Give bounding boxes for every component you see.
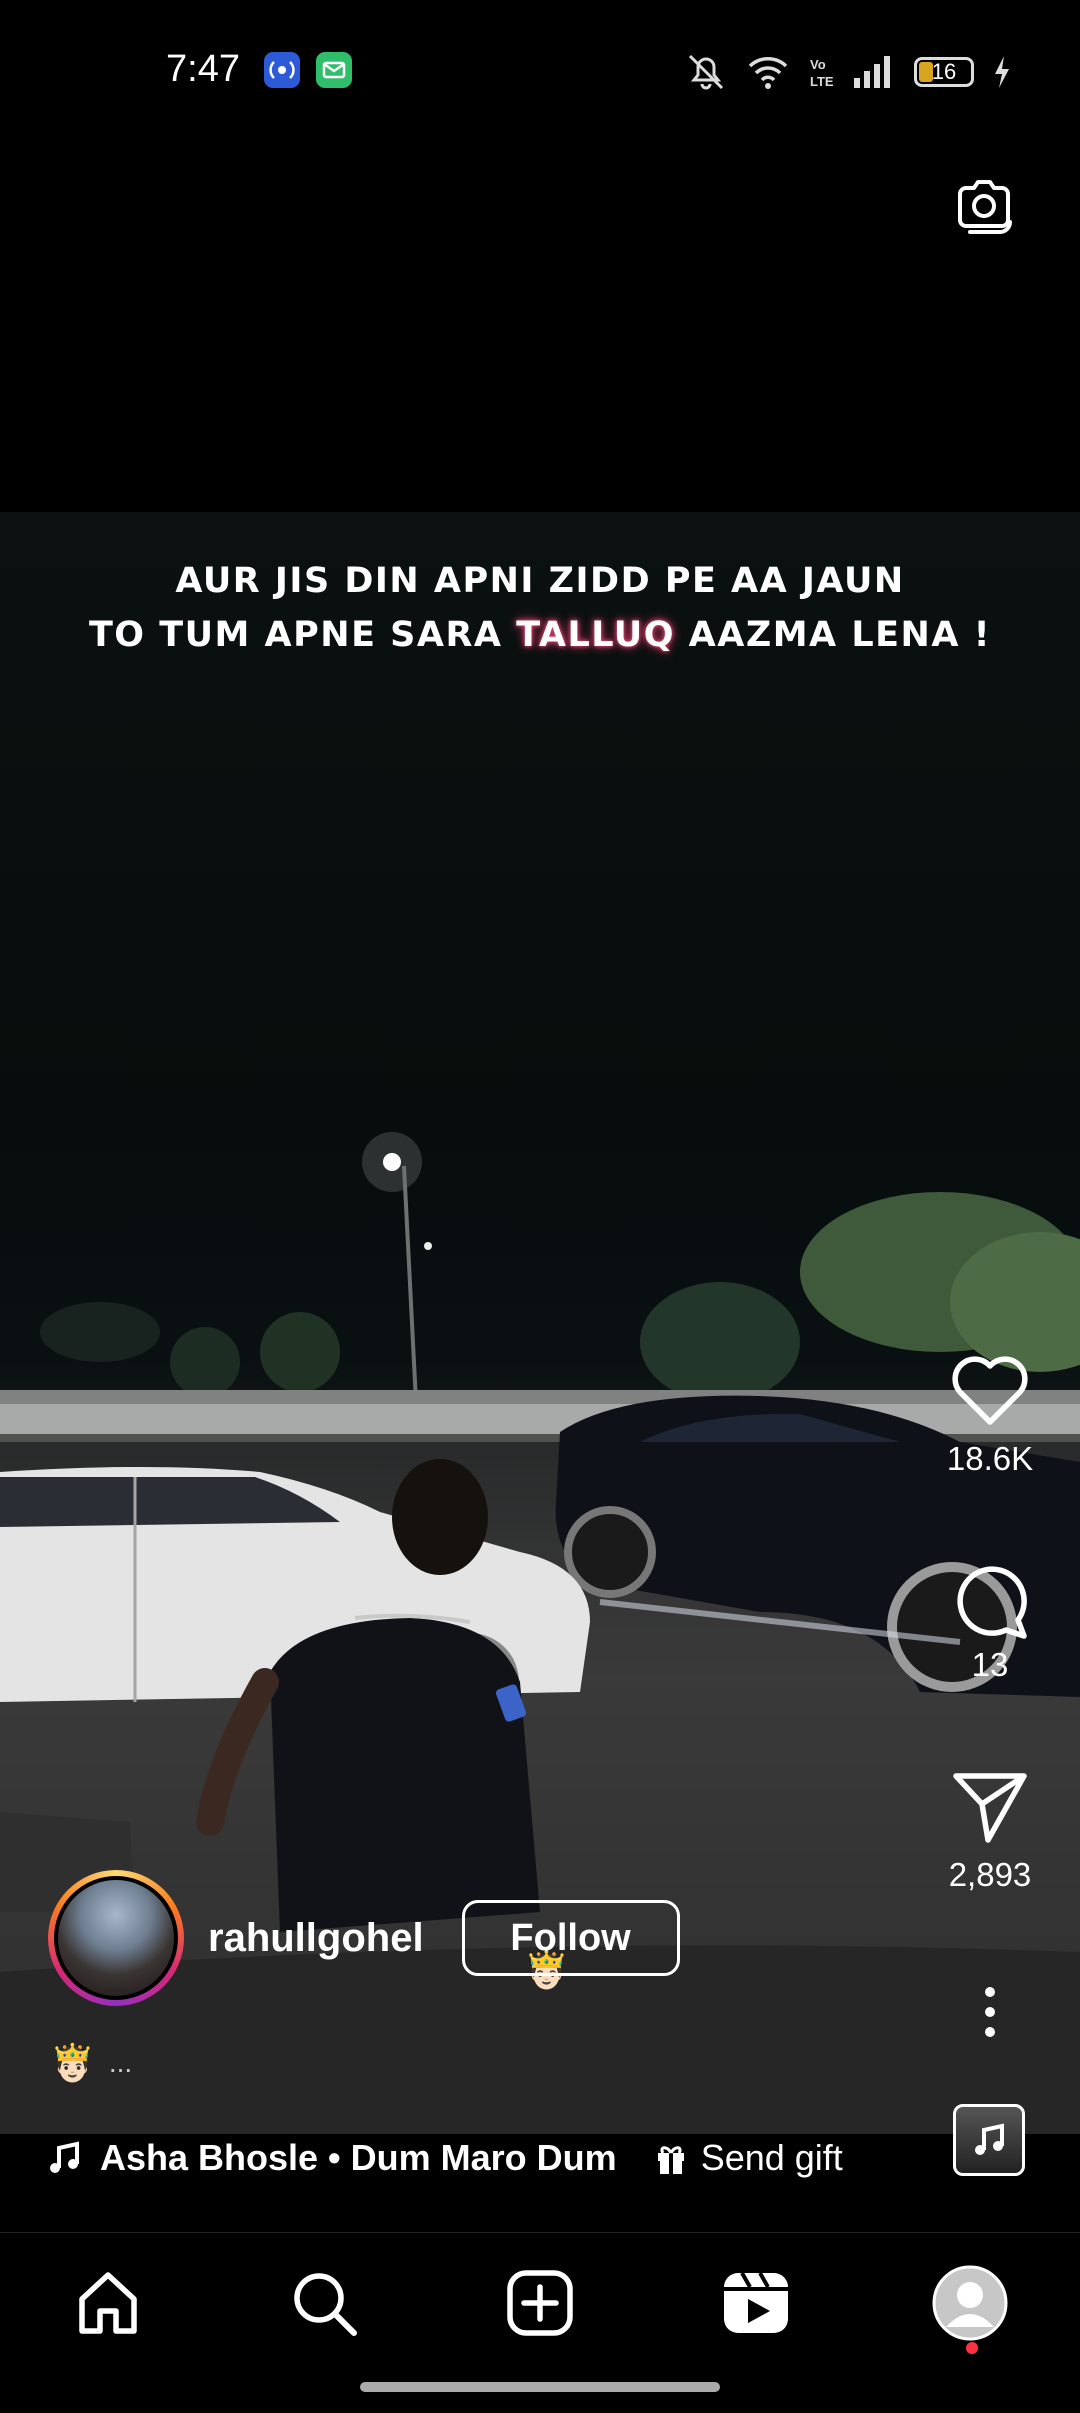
reel-description[interactable]: 🤴🏻 ... (50, 2042, 132, 2084)
volte-icon: Vo LTE (810, 57, 834, 89)
music-note-icon (975, 2123, 1004, 2155)
send-icon[interactable] (948, 1768, 1032, 1846)
battery-level: 16 (931, 59, 957, 84)
audio-row: Asha Bhosle • Dum Maro Dum Send gift (46, 2130, 843, 2186)
nav-reels[interactable] (718, 2265, 794, 2341)
comment-count: 13 (971, 1646, 1009, 1683)
nav-search[interactable] (286, 2265, 362, 2341)
author-username[interactable]: rahullgohel (208, 1916, 424, 1961)
mute-icon (688, 54, 724, 90)
signal-icon (854, 56, 890, 88)
notification-dot (966, 2342, 978, 2354)
gift-icon (657, 2146, 684, 2174)
heart-icon[interactable] (948, 1352, 1032, 1430)
battery-icon: 16 (914, 57, 974, 87)
like-count: 18.6K (946, 1440, 1034, 1477)
wifi-icon (748, 57, 788, 89)
author-row: rahullgohel Follow (48, 1868, 680, 2008)
message-notification-icon (316, 52, 352, 88)
clock: 7:47 (166, 48, 240, 90)
description-more[interactable]: ... (109, 2047, 132, 2079)
audio-track[interactable]: Asha Bhosle • Dum Maro Dum (100, 2137, 617, 2179)
status-bar: 7:47 Vo LTE 16 (0, 0, 1080, 140)
svg-text:Vo: Vo (810, 57, 826, 72)
comment-icon[interactable] (948, 1558, 1032, 1642)
like-group: 18.6K (930, 1352, 1050, 1478)
music-note-icon (50, 2141, 79, 2173)
description-emoji: 🤴🏻 (50, 2042, 95, 2083)
home-icon (79, 2272, 137, 2334)
more-options-button[interactable] (930, 1984, 1050, 2040)
send-gift-label: Send gift (700, 2137, 843, 2178)
camera-icon (958, 180, 1012, 234)
nav-home[interactable] (70, 2265, 146, 2341)
profile-avatar-icon (932, 2265, 1008, 2341)
camera-button[interactable] (948, 170, 1020, 242)
comment-group: 13 (930, 1558, 1050, 1684)
send-gift-button[interactable]: Send gift (653, 2137, 843, 2179)
follow-button[interactable]: Follow (461, 1900, 680, 1976)
nav-profile[interactable] (932, 2265, 1008, 2341)
share-count: 2,893 (948, 1856, 1032, 1893)
hotspot-notification-icon (264, 52, 300, 88)
home-indicator[interactable] (360, 2382, 720, 2392)
svg-text:LTE: LTE (810, 74, 834, 89)
more-vertical-icon (985, 1987, 995, 2037)
audio-thumbnail[interactable] (953, 2104, 1025, 2176)
add-post-icon (507, 2270, 573, 2336)
author-avatar[interactable] (48, 1870, 184, 2006)
share-group: 2,893 (930, 1768, 1050, 1894)
reels-icon (724, 2272, 788, 2333)
search-icon (294, 2273, 357, 2336)
charging-icon (995, 56, 1009, 88)
nav-create[interactable] (502, 2265, 578, 2341)
